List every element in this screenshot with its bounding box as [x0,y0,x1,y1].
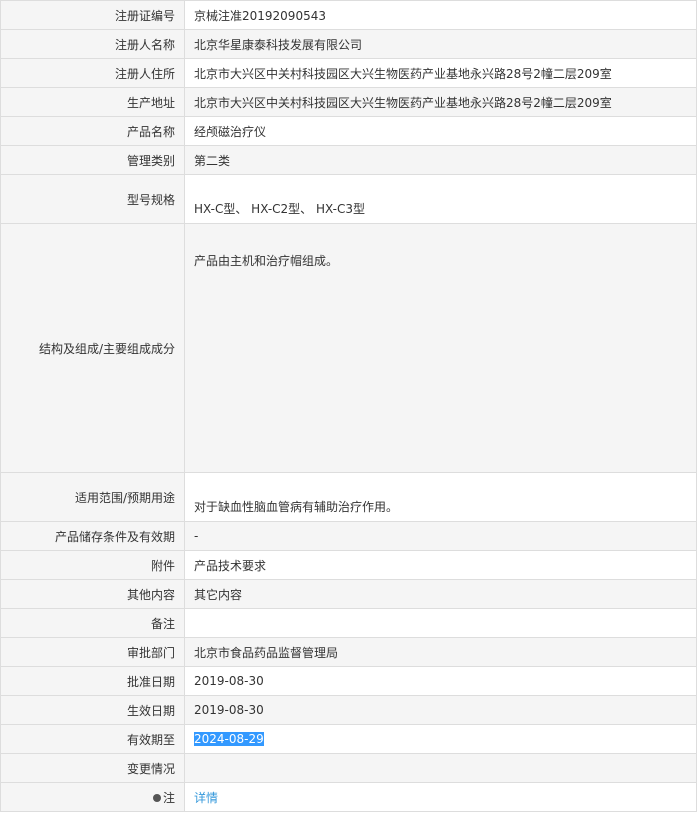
field-value: 北京华星康泰科技发展有限公司 [184,29,697,59]
field-label: 变更情况 [0,753,185,783]
field-value: 京械注准20192090543 [184,0,697,30]
field-label: 注册人住所 [0,58,185,88]
row-registrant-name: 注册人名称 北京华星康泰科技发展有限公司 [0,29,697,59]
field-label: 生效日期 [0,695,185,725]
row-other-content: 其他内容 其它内容 [0,579,697,609]
field-value [184,608,697,638]
field-label: 注册证编号 [0,0,185,30]
field-value: 其它内容 [184,579,697,609]
field-value: 产品技术要求 [184,550,697,580]
field-value: 对于缺血性脑血管病有辅助治疗作用。 [184,472,697,522]
details-link[interactable]: 详情 [194,791,218,805]
row-valid-until: 有效期至 2024-08-29 [0,724,697,754]
field-label: 型号规格 [0,174,185,224]
row-approval-department: 审批部门 北京市食品药品监督管理局 [0,637,697,667]
row-approval-date: 批准日期 2019-08-30 [0,666,697,696]
row-registration-number: 注册证编号 京械注准20192090543 [0,0,697,30]
field-label: 注册人名称 [0,29,185,59]
field-label: 生产地址 [0,87,185,117]
field-label: 审批部门 [0,637,185,667]
field-value: 第二类 [184,145,697,175]
field-label: 管理类别 [0,145,185,175]
field-value [184,753,697,783]
field-value-cell: 2024-08-29 [184,724,697,754]
row-attachment: 附件 产品技术要求 [0,550,697,580]
row-storage-conditions: 产品储存条件及有效期 - [0,521,697,551]
registration-detail-table: 注册证编号 京械注准20192090543 注册人名称 北京华星康泰科技发展有限… [0,0,697,812]
row-note: 注 详情 [0,782,697,812]
field-value: - [184,521,697,551]
field-label: 产品名称 [0,116,185,146]
field-value: 产品由主机和治疗帽组成。 [184,223,697,473]
field-value: 经颅磁治疗仪 [184,116,697,146]
row-registrant-address: 注册人住所 北京市大兴区中关村科技园区大兴生物医药产业基地永兴路28号2幢二层2… [0,58,697,88]
field-label: 结构及组成/主要组成成分 [0,223,185,473]
field-label: 适用范围/预期用途 [0,472,185,522]
field-label: 附件 [0,550,185,580]
pin-icon [152,793,161,802]
field-value: HX-C型、 HX-C2型、 HX-C3型 [184,174,697,224]
field-value: 北京市食品药品监督管理局 [184,637,697,667]
selected-text[interactable]: 2024-08-29 [194,732,264,746]
field-value: 2019-08-30 [184,666,697,696]
field-label: 批准日期 [0,666,185,696]
row-change-history: 变更情况 [0,753,697,783]
field-value-cell: 详情 [184,782,697,812]
row-remarks: 备注 [0,608,697,638]
row-production-address: 生产地址 北京市大兴区中关村科技园区大兴生物医药产业基地永兴路28号2幢二层20… [0,87,697,117]
field-label: 其他内容 [0,579,185,609]
row-model-spec: 型号规格 HX-C型、 HX-C2型、 HX-C3型 [0,174,697,224]
row-effective-date: 生效日期 2019-08-30 [0,695,697,725]
row-product-name: 产品名称 经颅磁治疗仪 [0,116,697,146]
field-label-cell: 注 [0,782,185,812]
field-value: 北京市大兴区中关村科技园区大兴生物医药产业基地永兴路28号2幢二层209室 [184,87,697,117]
field-label: 有效期至 [0,724,185,754]
row-management-category: 管理类别 第二类 [0,145,697,175]
row-structure-composition: 结构及组成/主要组成成分 产品由主机和治疗帽组成。 [0,223,697,473]
field-label: 注 [162,790,175,805]
field-label: 产品储存条件及有效期 [0,521,185,551]
field-label: 备注 [0,608,185,638]
row-intended-use: 适用范围/预期用途 对于缺血性脑血管病有辅助治疗作用。 [0,472,697,522]
field-value: 北京市大兴区中关村科技园区大兴生物医药产业基地永兴路28号2幢二层209室 [184,58,697,88]
field-value: 2019-08-30 [184,695,697,725]
